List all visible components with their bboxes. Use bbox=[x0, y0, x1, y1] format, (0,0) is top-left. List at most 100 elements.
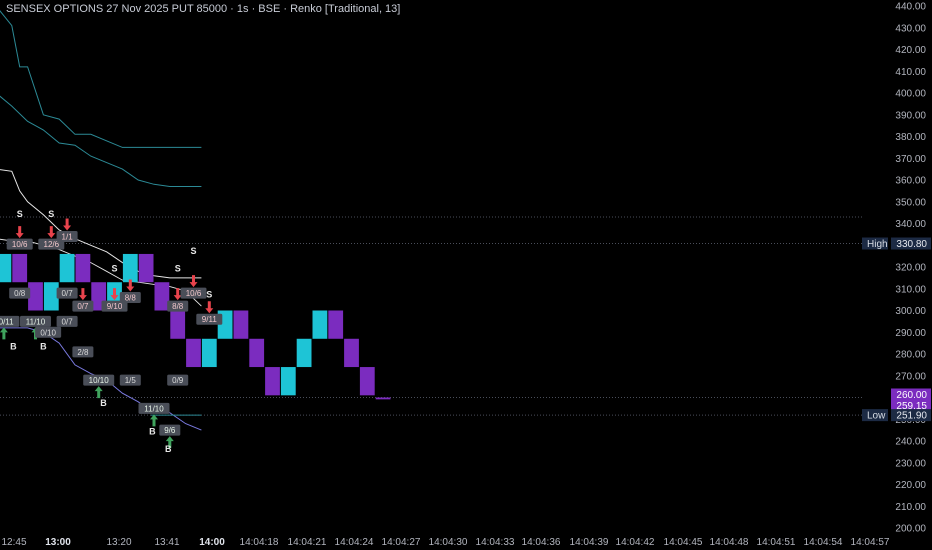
price-tick: 400.00 bbox=[895, 89, 926, 100]
band-upper-line bbox=[0, 10, 202, 148]
label-text: 11/10 bbox=[26, 317, 46, 326]
renko-brick bbox=[154, 282, 170, 311]
time-tick: 14:04:24 bbox=[335, 537, 374, 548]
time-tick: 14:04:27 bbox=[382, 537, 421, 548]
sell-arrow-icon bbox=[189, 275, 198, 288]
time-tick: 12:45 bbox=[1, 537, 26, 548]
renko-chart[interactable]: 10/612/61/10/80/710/1111/100/70/102/80/7… bbox=[0, 0, 932, 550]
renko-brick bbox=[328, 310, 344, 339]
renko-brick bbox=[344, 338, 359, 368]
renko-brick bbox=[28, 282, 43, 311]
time-tick: 14:04:54 bbox=[804, 537, 843, 548]
price-tick: 320.00 bbox=[895, 263, 926, 274]
renko-brick bbox=[249, 338, 265, 368]
time-tick: 14:04:18 bbox=[240, 537, 279, 548]
indicator-lines bbox=[0, 10, 202, 431]
label-text: 10/6 bbox=[186, 289, 202, 298]
envelope-upper-line bbox=[0, 169, 202, 279]
sell-signal: S bbox=[17, 209, 23, 219]
label-text: 1/5 bbox=[125, 376, 137, 385]
buy-signal: B bbox=[100, 398, 107, 408]
time-tick: 14:04:57 bbox=[851, 537, 890, 548]
price-tick: 230.00 bbox=[895, 458, 926, 469]
renko-brick bbox=[201, 338, 217, 368]
renko-brick bbox=[296, 338, 312, 368]
renko-brick bbox=[138, 253, 154, 283]
renko-brick bbox=[186, 338, 201, 368]
sell-arrow-icon bbox=[78, 288, 87, 301]
price-tick: 270.00 bbox=[895, 371, 926, 382]
renko-brick bbox=[0, 253, 12, 283]
sell-arrow-icon bbox=[205, 301, 214, 314]
buy-arrow-icon bbox=[150, 414, 158, 427]
price-tick: 240.00 bbox=[895, 437, 926, 448]
sell-signal: S bbox=[206, 289, 212, 299]
sell-signal: S bbox=[48, 209, 54, 219]
price-tick: 290.00 bbox=[895, 328, 926, 339]
label-text: 11/10 bbox=[144, 404, 164, 413]
sell-signal: S bbox=[111, 263, 117, 273]
renko-brick bbox=[170, 310, 186, 339]
sell-signal: S bbox=[175, 263, 181, 273]
sell-arrow-icon bbox=[63, 218, 72, 231]
ref-tag-label: High bbox=[867, 239, 888, 250]
buy-signal: B bbox=[10, 342, 17, 352]
label-text: 1/1 bbox=[62, 233, 74, 242]
buy-signal: B bbox=[149, 426, 156, 436]
buy-arrow-icon bbox=[0, 327, 8, 340]
time-tick: 13:41 bbox=[154, 537, 179, 548]
price-tick: 380.00 bbox=[895, 132, 926, 143]
price-tick: 410.00 bbox=[895, 67, 926, 78]
time-tick: 14:04:42 bbox=[616, 537, 655, 548]
time-tick: 14:04:33 bbox=[476, 537, 515, 548]
renko-brick bbox=[233, 310, 249, 339]
time-tick: 14:04:30 bbox=[429, 537, 468, 548]
label-text: 10/10 bbox=[89, 376, 110, 385]
sell-arrow-icon bbox=[47, 226, 56, 239]
renko-brick bbox=[265, 367, 280, 396]
label-text: 0/10 bbox=[40, 328, 56, 337]
renko-brick bbox=[375, 397, 391, 400]
price-tick: 310.00 bbox=[895, 284, 926, 295]
label-text: 10/11 bbox=[0, 317, 14, 326]
price-tick: 440.00 bbox=[895, 2, 926, 13]
price-tick: 350.00 bbox=[895, 197, 926, 208]
time-tick: 14:04:48 bbox=[710, 537, 749, 548]
buy-signal: B bbox=[40, 342, 47, 352]
renko-brick bbox=[43, 282, 59, 311]
time-axis[interactable]: 12:45 13:00 13:20 13:41 14:00 14:04:18 14:04:2… bbox=[1, 537, 889, 548]
price-tick: 420.00 bbox=[895, 45, 926, 56]
label-text: 0/7 bbox=[62, 289, 74, 298]
ref-tag-label: Low bbox=[867, 411, 886, 422]
price-axis[interactable]: 440.00 430.00 420.00 410.00 400.00 390.00 380.… bbox=[895, 2, 926, 535]
renko-brick bbox=[312, 310, 328, 339]
renko-brick bbox=[280, 367, 296, 396]
trade-annotations: 10/612/61/10/80/710/1111/100/70/102/80/7… bbox=[0, 209, 223, 454]
label-text: 2/8 bbox=[77, 348, 89, 357]
label-text: 8/8 bbox=[125, 293, 137, 302]
label-text: 0/9 bbox=[172, 376, 184, 385]
price-tick: 280.00 bbox=[895, 350, 926, 361]
price-tick: 360.00 bbox=[895, 176, 926, 187]
time-tick: 14:04:51 bbox=[757, 537, 796, 548]
time-tick: 13:20 bbox=[106, 537, 131, 548]
price-tick: 340.00 bbox=[895, 219, 926, 230]
time-tick: 13:00 bbox=[45, 537, 71, 548]
time-tick: 14:00 bbox=[199, 537, 225, 548]
label-text: 9/11 bbox=[202, 315, 218, 324]
renko-brick bbox=[59, 253, 75, 283]
price-tag-label: 251.90 bbox=[896, 411, 927, 422]
price-tag-label: 330.80 bbox=[896, 239, 927, 250]
renko-brick bbox=[359, 367, 375, 396]
time-tick: 14:04:39 bbox=[570, 537, 609, 548]
label-text: 0/7 bbox=[77, 302, 89, 311]
buy-arrow-icon bbox=[94, 386, 103, 399]
price-tick: 370.00 bbox=[895, 154, 926, 165]
sell-arrow-icon bbox=[15, 226, 24, 239]
renko-brick bbox=[122, 253, 138, 283]
renko-brick bbox=[12, 253, 28, 283]
price-tick: 200.00 bbox=[895, 524, 926, 535]
price-tick: 390.00 bbox=[895, 110, 926, 121]
time-tick: 14:04:36 bbox=[522, 537, 561, 548]
band-lower-line bbox=[0, 95, 202, 187]
